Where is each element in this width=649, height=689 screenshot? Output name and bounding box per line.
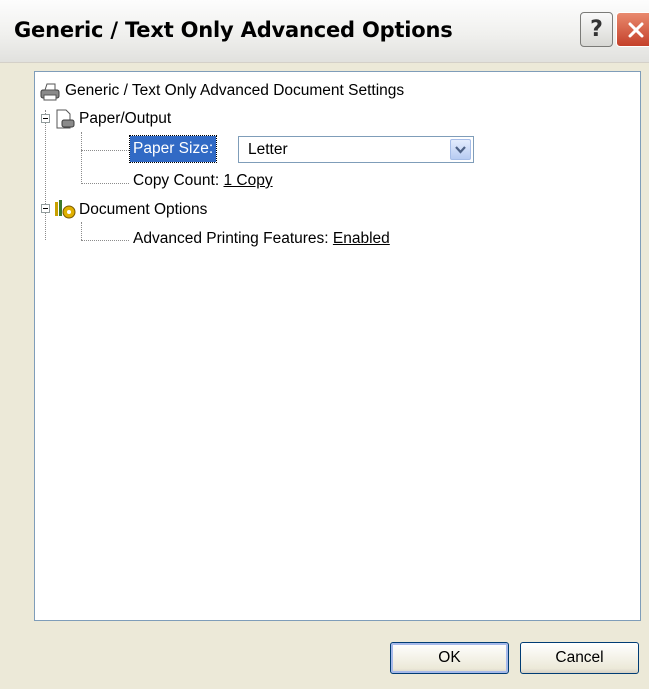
tree-guide-line [45,110,46,240]
paper-printer-icon [56,109,75,129]
copy-count-row: Copy Count: 1 Copy [133,172,273,190]
help-button[interactable]: ? [580,12,613,47]
close-icon [628,22,644,37]
printer-icon [40,83,60,101]
tree-paper-output-label[interactable]: Paper/Output [79,110,171,128]
dialog-window: Generic / Text Only Advanced Options ? G… [0,0,649,689]
tree-connector [81,150,129,151]
advanced-printing-label: Advanced Printing Features: [133,230,329,247]
tree-connector [81,240,129,241]
paper-size-label[interactable]: Paper Size: [128,135,218,163]
dropdown-arrow[interactable] [450,139,471,160]
tree-root-label: Generic / Text Only Advanced Document Se… [65,82,405,99]
cancel-button[interactable]: Cancel [520,642,639,674]
tree-connector [81,183,129,184]
ok-button[interactable]: OK [390,642,509,674]
title-bar[interactable]: Generic / Text Only Advanced Options ? [0,0,649,63]
advanced-printing-link[interactable]: Enabled [333,230,390,247]
collapse-toggle-paper-output[interactable] [41,114,50,123]
paper-size-value: Letter [248,141,288,158]
chevron-down-icon [455,145,466,154]
close-button[interactable] [616,12,649,47]
tree-document-options-label[interactable]: Document Options [79,201,207,219]
collapse-toggle-document-options[interactable] [41,204,50,213]
help-icon: ? [590,17,603,42]
copy-count-link[interactable]: 1 Copy [223,172,272,189]
copy-count-label: Copy Count: [133,172,220,189]
window-title: Generic / Text Only Advanced Options [14,18,453,42]
tree-guide-line [81,222,82,240]
paper-size-select[interactable]: Letter [238,136,474,163]
advanced-printing-row: Advanced Printing Features: Enabled [133,230,390,248]
tree-guide-line [81,132,82,184]
document-options-icon [55,200,76,219]
